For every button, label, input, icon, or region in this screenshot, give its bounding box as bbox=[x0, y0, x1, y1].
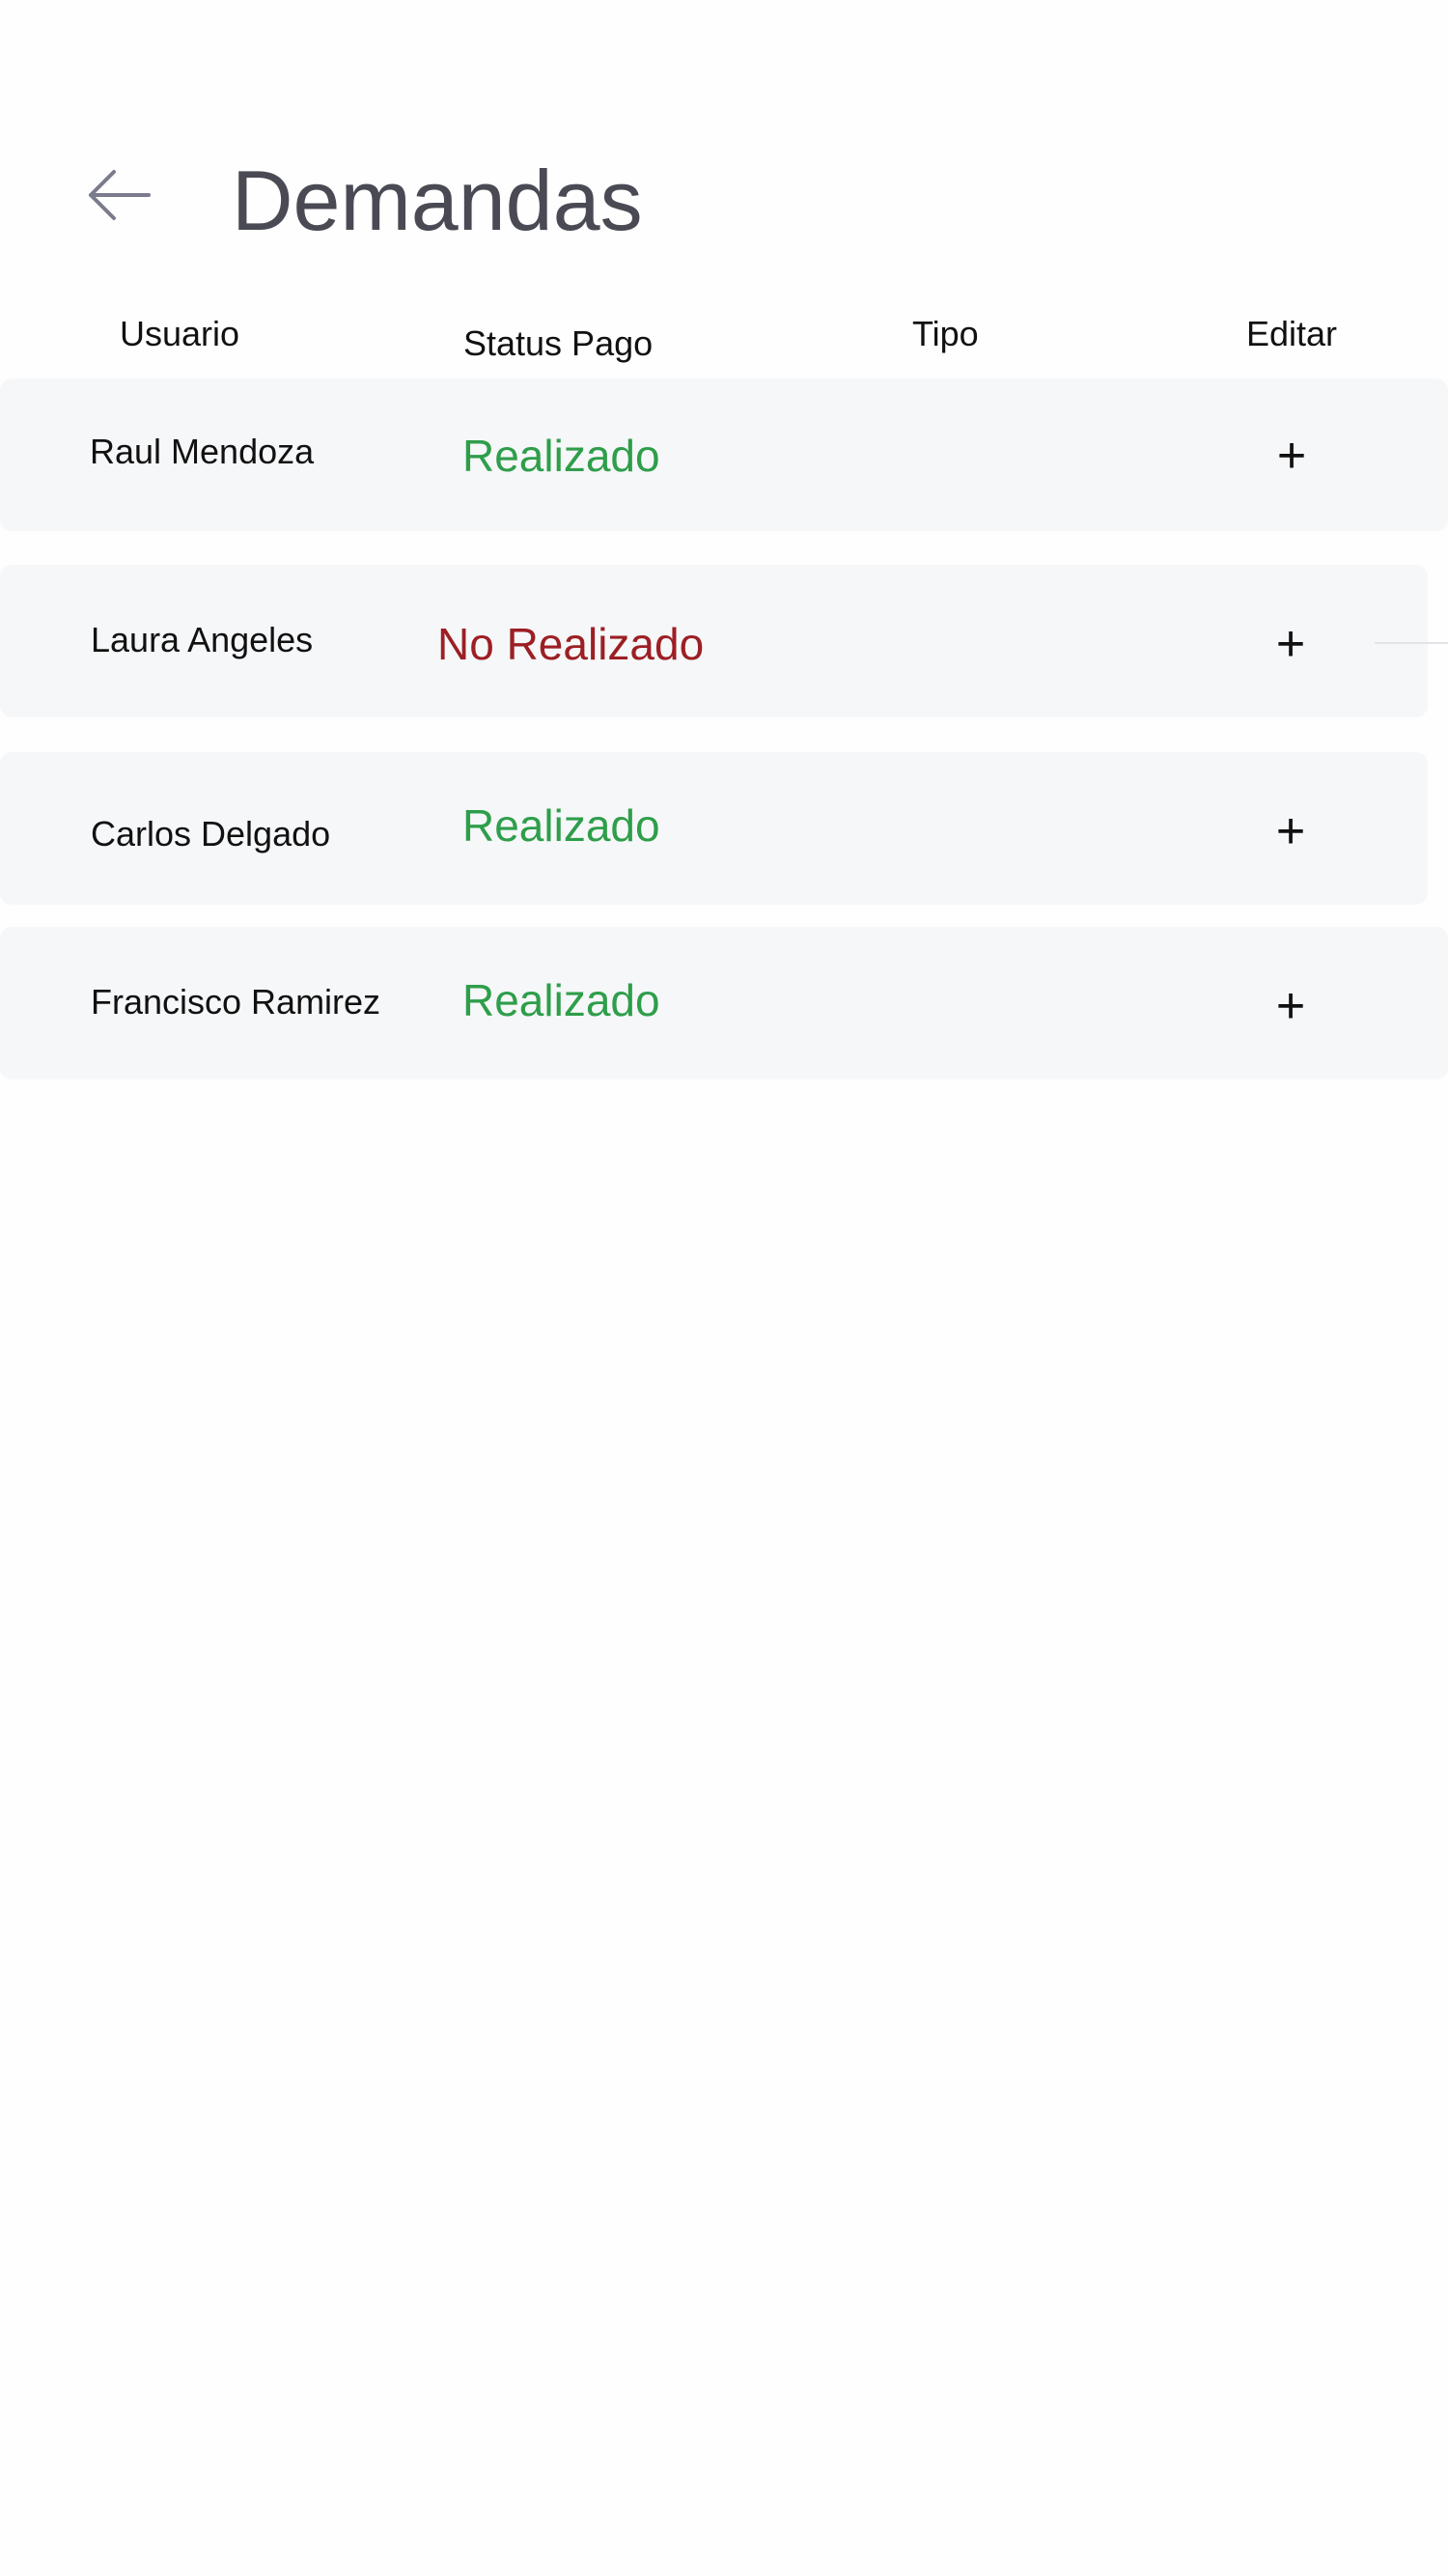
table-row: Raul Mendoza Realizado + bbox=[0, 378, 1448, 531]
table-row: Francisco Ramirez Realizado + bbox=[0, 927, 1448, 1079]
row-user-name: Laura Angeles bbox=[91, 620, 314, 659]
row-payment-status: No Realizado bbox=[437, 619, 705, 669]
column-header-usuario: Usuario bbox=[120, 314, 240, 353]
arrow-left-icon bbox=[89, 170, 151, 220]
edit-button[interactable]: + bbox=[1262, 806, 1320, 856]
edit-button[interactable]: + bbox=[1262, 619, 1320, 669]
edit-button[interactable]: + bbox=[1262, 981, 1320, 1031]
back-button[interactable] bbox=[85, 166, 154, 224]
page-title: Demandas bbox=[232, 153, 643, 248]
row-user-name: Raul Mendoza bbox=[90, 432, 315, 471]
edit-button[interactable]: + bbox=[1263, 431, 1321, 481]
row-user-name: Francisco Ramirez bbox=[91, 982, 381, 1022]
column-header-status-pago: Status Pago bbox=[463, 323, 654, 363]
row-payment-status: Realizado bbox=[462, 975, 660, 1025]
row-payment-status: Realizado bbox=[462, 800, 660, 851]
row-payment-status: Realizado bbox=[462, 431, 660, 481]
page-header: Demandas bbox=[0, 145, 1448, 261]
divider bbox=[1375, 642, 1448, 644]
table-row: Carlos Delgado Realizado + bbox=[0, 752, 1428, 905]
column-header-editar: Editar bbox=[1246, 314, 1338, 353]
table-row: Laura Angeles No Realizado + bbox=[0, 565, 1428, 717]
column-header-tipo: Tipo bbox=[912, 314, 979, 353]
row-user-name: Carlos Delgado bbox=[91, 814, 331, 854]
